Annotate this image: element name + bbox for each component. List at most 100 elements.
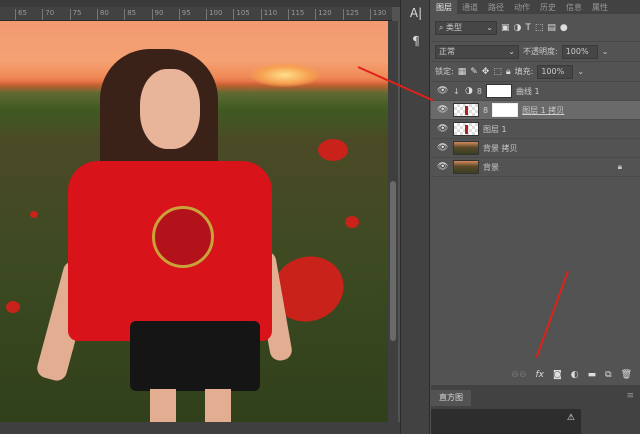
status-bar <box>0 422 400 434</box>
link-icon[interactable]: 8 <box>477 87 482 96</box>
layers-bottom-toolbar: ⊖⊖ fx ◙ ◐ ▬ ⧉ 🗑︎ <box>431 365 640 385</box>
shirt-logo <box>152 206 214 268</box>
document-canvas[interactable] <box>0 21 388 422</box>
layer-thumbnail[interactable] <box>453 141 479 155</box>
opacity-input[interactable]: 100% <box>561 44 598 59</box>
warning-icon: ⚠ <box>566 413 575 423</box>
new-layer-icon[interactable]: ⧉ <box>605 370 611 380</box>
lock-all-icon[interactable]: 🔒︎ <box>506 67 511 77</box>
lock-position-icon[interactable]: ✥ <box>482 67 490 77</box>
sunset <box>250 63 320 87</box>
layer-thumbnail[interactable] <box>453 160 479 174</box>
layer-thumbnail[interactable] <box>453 103 479 117</box>
opacity-label: 不透明度: <box>523 47 558 56</box>
layer-mask-thumbnail[interactable] <box>485 84 512 98</box>
adjustment-filter-icon[interactable]: ◑ <box>514 23 522 33</box>
ruler-tick: 95 <box>178 9 191 20</box>
fill-value: 100% <box>541 67 565 76</box>
blend-mode-select[interactable]: 正常 ⌄ <box>435 44 519 59</box>
lock-icon: 🔒︎ <box>617 162 622 171</box>
visibility-eye-icon[interactable]: 👁︎ <box>437 86 449 96</box>
tab-history[interactable]: 历史 <box>535 0 561 14</box>
lock-artboard-icon[interactable]: ⬚ <box>493 67 502 77</box>
new-group-folder-icon[interactable]: ▬ <box>588 370 597 380</box>
person-shorts <box>130 321 260 391</box>
scroll-thumb[interactable] <box>390 181 396 341</box>
poppy <box>6 301 20 313</box>
type-filter-icon[interactable]: T <box>525 23 531 33</box>
link-icon[interactable]: 8 <box>483 106 488 115</box>
layer-name: 背景 <box>483 162 499 172</box>
paragraph-panel-icon[interactable]: ¶ <box>401 34 431 48</box>
ruler-tick: 125 <box>342 9 359 20</box>
blend-mode-value: 正常 <box>439 47 455 56</box>
ruler-tick: 70 <box>42 9 54 20</box>
tab-histogram[interactable]: 直方图 <box>431 390 471 406</box>
layer-name: 图层 1 拷贝 <box>522 105 565 115</box>
shape-filter-icon[interactable]: ⬚ <box>535 23 544 33</box>
person-leg <box>205 389 231 422</box>
fill-label: 填充: <box>514 67 534 76</box>
horizontal-ruler: 65 70 75 80 85 90 95 100 105 110 115 120 125 130 <box>0 7 392 21</box>
add-mask-icon[interactable]: ◙ <box>553 370 562 380</box>
layer-curves[interactable]: 👁︎ ↓ ◑ 8 曲线 1 <box>431 82 640 101</box>
ruler-tick: 115 <box>288 9 304 20</box>
layers-panel: 图层 通道 路径 动作 历史 信息 属性 ⌕ 类型 ⌄ ▣ ◑ T ⬚ ▤ ● 正… <box>431 0 640 380</box>
layer-name: 曲线 1 <box>515 86 540 96</box>
tab-channels[interactable]: 通道 <box>457 0 483 14</box>
opacity-value: 100% <box>565 47 589 56</box>
layer-background-copy[interactable]: 👁︎ 背景 拷贝 <box>431 139 640 158</box>
ruler-tick: 120 <box>315 9 332 20</box>
poppy <box>318 139 348 161</box>
histogram-display: ⚠ <box>431 409 581 434</box>
filter-toggle-icon[interactable]: ● <box>560 23 568 33</box>
visibility-eye-icon[interactable]: 👁︎ <box>437 143 449 153</box>
histogram-panel: 直方图 ≡ ⚠ <box>431 385 640 434</box>
layer-name: 背景 拷贝 <box>483 143 518 153</box>
person-leg <box>150 389 176 422</box>
layer-list: 👁︎ ↓ ◑ 8 曲线 1 👁︎ 8 图层 1 拷贝 👁︎ 图层 1 👁︎ 背景… <box>431 82 640 177</box>
visibility-eye-icon[interactable]: 👁︎ <box>437 124 449 134</box>
visibility-eye-icon[interactable]: 👁︎ <box>437 162 449 172</box>
clip-icon: ↓ <box>453 86 460 96</box>
lock-paint-icon[interactable]: ✎ <box>470 67 478 77</box>
panel-dock-strip: A| ¶ <box>400 0 430 434</box>
poppy <box>30 211 38 218</box>
character-panel-icon[interactable]: A| <box>401 6 431 20</box>
lock-transparent-icon[interactable]: ▦ <box>458 67 467 77</box>
poppy <box>345 216 359 228</box>
ruler-tick: 130 <box>369 9 386 20</box>
filter-type-select[interactable]: ⌕ 类型 ⌄ <box>435 20 497 35</box>
layer-background[interactable]: 👁︎ 背景 🔒︎ <box>431 158 640 177</box>
ruler-tick: 90 <box>151 9 163 20</box>
tab-properties[interactable]: 属性 <box>587 0 613 14</box>
document-title-bar <box>0 0 400 7</box>
trash-icon[interactable]: 🗑︎ <box>621 370 632 380</box>
tab-info[interactable]: 信息 <box>561 0 587 14</box>
visibility-eye-icon[interactable]: 👁︎ <box>437 105 449 115</box>
ruler-tick: 85 <box>124 9 136 20</box>
fill-input[interactable]: 100% <box>537 64 574 79</box>
layer-mask-thumbnail[interactable] <box>492 103 519 117</box>
layer-thumbnail[interactable] <box>453 122 479 136</box>
tab-actions[interactable]: 动作 <box>509 0 535 14</box>
link-layers-icon[interactable]: ⊖⊖ <box>511 370 526 380</box>
adjustment-layer-icon[interactable]: ◐ <box>571 370 579 380</box>
ruler-tick: 110 <box>260 9 277 20</box>
image-filter-icon[interactable]: ▣ <box>501 23 510 33</box>
tab-paths[interactable]: 路径 <box>483 0 509 14</box>
ruler-tick: 80 <box>96 9 109 20</box>
filter-label: ⌕ 类型 <box>439 23 463 32</box>
lock-label: 锁定: <box>435 67 454 76</box>
ruler-tick: 105 <box>233 9 250 20</box>
ruler-tick: 65 <box>15 9 27 20</box>
panel-menu-icon[interactable]: ≡ <box>626 391 634 401</box>
smart-object-filter-icon[interactable]: ▤ <box>547 23 556 33</box>
opacity-dropdown-icon[interactable]: ⌄ <box>602 47 609 56</box>
tab-layers[interactable]: 图层 <box>431 0 457 14</box>
layer-1[interactable]: 👁︎ 图层 1 <box>431 120 640 139</box>
fx-icon[interactable]: fx <box>536 370 545 380</box>
fill-dropdown-icon[interactable]: ⌄ <box>577 67 584 76</box>
ruler-tick: 75 <box>69 9 82 20</box>
layer-copy-selected[interactable]: 👁︎ 8 图层 1 拷贝 <box>431 101 640 120</box>
